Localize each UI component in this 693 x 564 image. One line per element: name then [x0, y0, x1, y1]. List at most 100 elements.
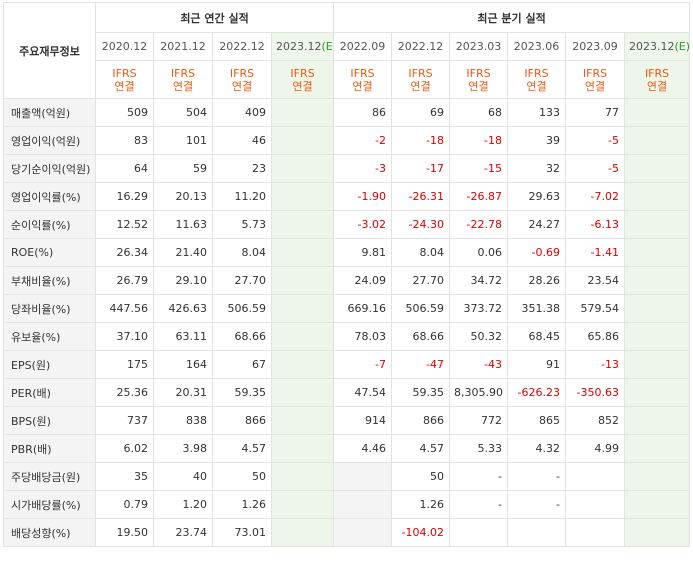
row-label: PBR(배)	[3, 434, 96, 463]
row-label: 순이익률(%)	[3, 210, 96, 239]
value-cell	[270, 378, 335, 407]
empty-cell	[333, 490, 393, 519]
value-cell: 12.52	[95, 210, 154, 239]
corner-label: 주요재무정보	[3, 2, 96, 99]
consolidated-label: 연결	[172, 79, 194, 93]
ifrs-header-row: IFRS 연결 IFRS 연결 IFRS 연결 IFRS 연결 IFRS 연결 IFRS 연결 IFRS…	[4, 60, 691, 99]
value-cell	[507, 518, 567, 547]
table-row: 당기순이익(억원) 64 59 23 -3 -17 -15 32 -5	[3, 154, 691, 183]
value-cell: 5.33	[449, 434, 509, 463]
value-cell: 669.16	[333, 294, 393, 323]
table-row: 당좌비율(%) 447.56 426.63 506.59 669.16 506.59 373…	[3, 294, 691, 323]
consolidated-label: 연결	[646, 79, 668, 93]
ifrs-label: IFRS	[290, 66, 315, 80]
value-cell: 86	[333, 98, 393, 127]
value-cell: -	[507, 490, 567, 519]
row-label: PER(배)	[3, 378, 96, 407]
value-cell: -	[449, 490, 509, 519]
table-row: 영업이익률(%) 16.29 20.13 11.20 -1.90 -26.31 -26.87…	[3, 182, 691, 211]
value-cell	[270, 322, 335, 351]
value-cell	[565, 490, 626, 519]
value-cell	[624, 294, 691, 323]
value-cell: -7.02	[565, 182, 626, 211]
empty-cell	[333, 462, 393, 491]
ifrs-basis-label: IFRS 연결	[507, 60, 567, 99]
row-label: 영업이익률(%)	[3, 182, 96, 211]
ifrs-label: IFRS	[170, 66, 196, 80]
value-cell	[565, 518, 626, 547]
value-cell	[270, 182, 335, 211]
row-label: 당기순이익(억원)	[3, 154, 96, 183]
value-cell: 1.20	[153, 490, 213, 519]
value-cell: 772	[449, 406, 509, 435]
table-row: 순이익률(%) 12.52 11.63 5.73 -3.02 -24.30 -22.78 24…	[3, 210, 691, 239]
value-cell: 373.72	[449, 294, 509, 323]
value-cell: 19.50	[95, 518, 154, 547]
value-cell: 27.70	[391, 266, 451, 295]
table-row: EPS(원) 175 164 67 -7 -47 -43 91 -13	[3, 350, 691, 379]
value-cell	[624, 154, 691, 183]
estimate-mark: (E)	[321, 40, 333, 53]
value-cell: -15	[449, 154, 509, 183]
value-cell: -47	[391, 350, 451, 379]
ifrs-label: IFRS	[582, 66, 608, 80]
value-cell	[270, 490, 335, 519]
row-label: 배당성향(%)	[3, 518, 96, 547]
value-cell: 24.09	[333, 266, 393, 295]
value-cell: 3.98	[153, 434, 213, 463]
value-cell: -5	[565, 154, 626, 183]
value-cell: 409	[212, 98, 272, 127]
value-cell: 26.34	[95, 238, 154, 267]
value-cell	[624, 406, 691, 435]
value-cell: -1.41	[565, 238, 626, 267]
value-cell: 865	[507, 406, 567, 435]
value-cell: 0.79	[95, 490, 154, 519]
value-cell: 23	[212, 154, 272, 183]
table-row: 유보율(%) 37.10 63.11 68.66 78.03 68.66 50.32 68.4…	[3, 322, 691, 351]
value-cell: -2	[333, 126, 393, 155]
value-cell	[270, 434, 335, 463]
value-cell: -22.78	[449, 210, 509, 239]
ifrs-basis-label: IFRS 연결	[270, 60, 335, 99]
ifrs-label: IFRS	[112, 66, 137, 80]
value-cell	[270, 210, 335, 239]
value-cell: 32	[507, 154, 567, 183]
value-cell: -43	[449, 350, 509, 379]
value-cell: 175	[95, 350, 154, 379]
consolidated-label: 연결	[468, 79, 489, 93]
row-label: 매출액(억원)	[3, 98, 96, 127]
value-cell: -18	[391, 126, 451, 155]
table-row: ROE(%) 26.34 21.40 8.04 9.81 8.04 0.06 -0.69 -1.…	[3, 238, 691, 267]
value-cell	[624, 126, 691, 155]
value-cell: -5	[565, 126, 626, 155]
value-cell	[624, 490, 691, 519]
period-header: 2022.12	[391, 32, 451, 61]
value-cell: 25.36	[95, 378, 154, 407]
period-header: 2022.09	[333, 32, 393, 61]
consolidated-label: 연결	[526, 79, 547, 93]
value-cell: 426.63	[153, 294, 213, 323]
value-cell: 579.54	[565, 294, 626, 323]
empty-cell	[333, 518, 393, 547]
value-cell: 9.81	[333, 238, 393, 267]
ifrs-basis-label: IFRS 연결	[153, 60, 213, 99]
value-cell	[270, 266, 335, 295]
value-cell: 63.11	[153, 322, 213, 351]
value-cell: -626.23	[507, 378, 567, 407]
value-cell: 68.66	[212, 322, 272, 351]
value-cell: 4.99	[565, 434, 626, 463]
value-cell: 78.03	[333, 322, 393, 351]
table-row: 배당성향(%) 19.50 23.74 73.01 -104.02	[3, 518, 691, 547]
row-label: BPS(원)	[3, 406, 96, 435]
ifrs-basis-label: IFRS 연결	[624, 60, 691, 99]
period-date: 2023.12	[276, 40, 322, 53]
value-cell: 23.54	[565, 266, 626, 295]
value-cell: 50	[391, 462, 451, 491]
consolidated-label: 연결	[410, 79, 431, 93]
value-cell: 504	[153, 98, 213, 127]
value-cell: 8,305.90	[449, 378, 509, 407]
ifrs-basis-label: IFRS 연결	[95, 60, 154, 99]
value-cell: 866	[391, 406, 451, 435]
estimate-mark: (E)	[674, 40, 690, 53]
value-cell: -7	[333, 350, 393, 379]
